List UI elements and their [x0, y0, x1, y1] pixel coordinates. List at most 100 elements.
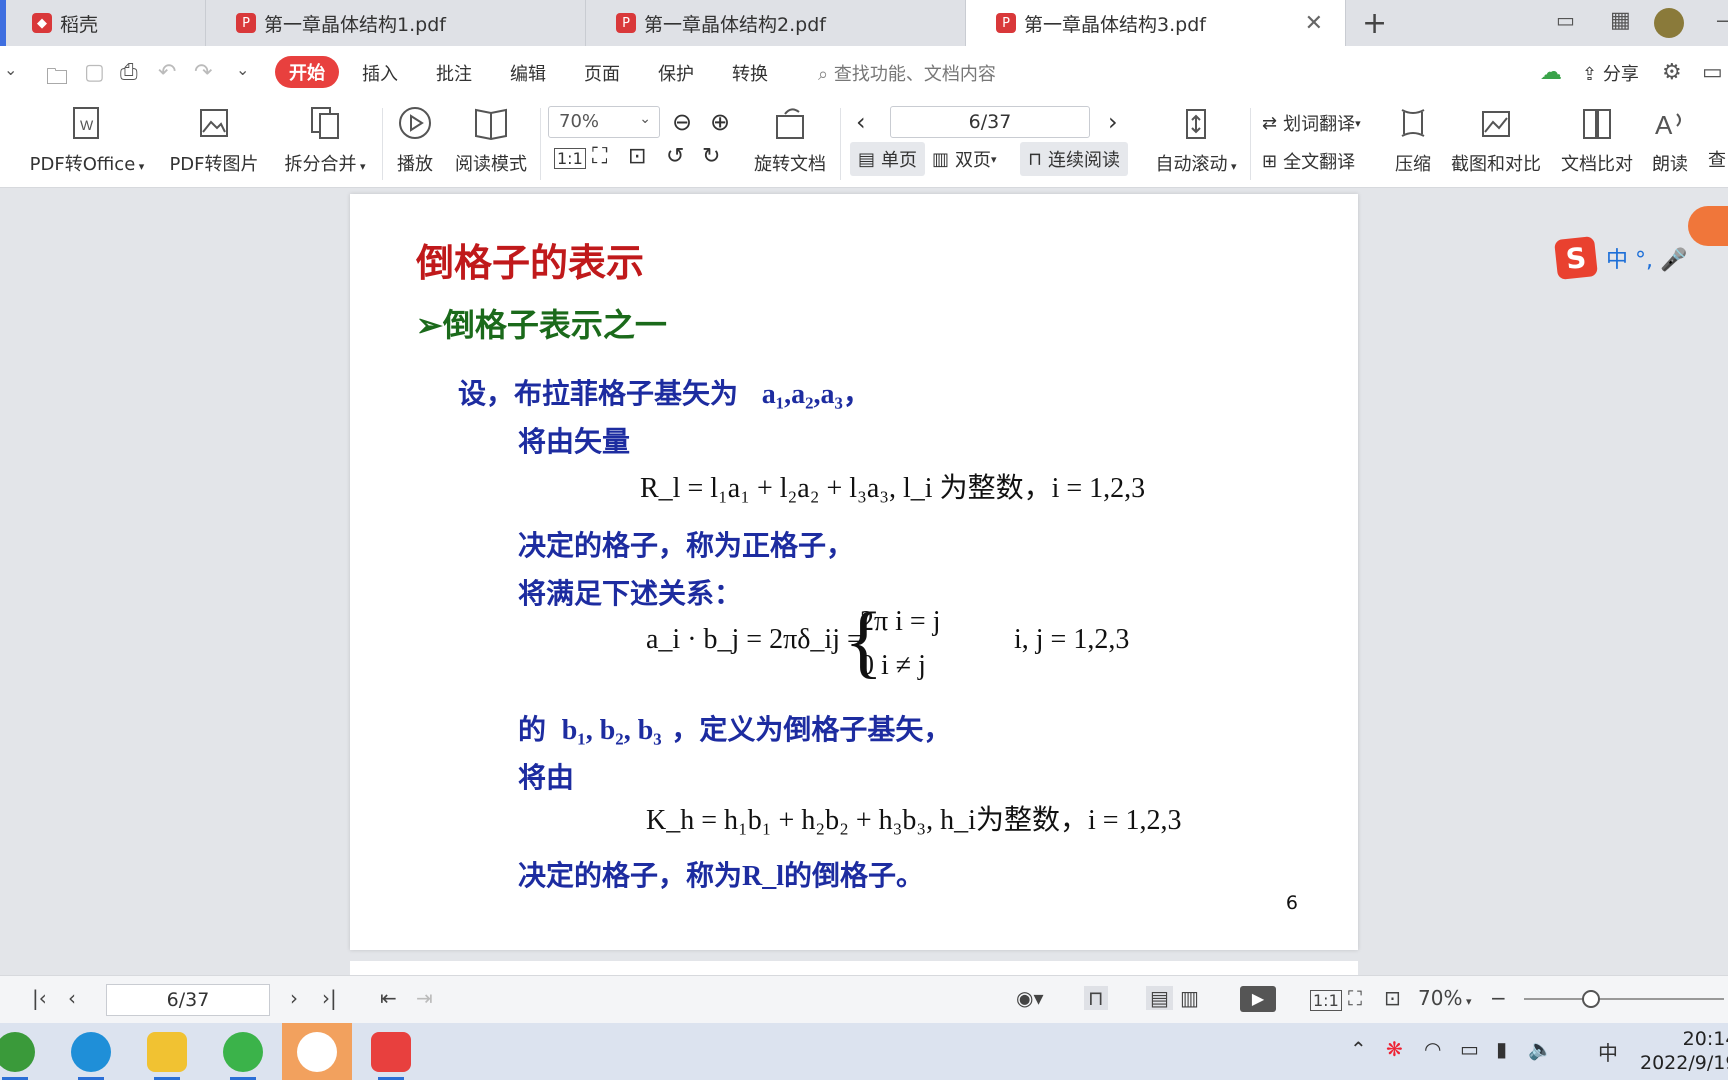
menu-insert[interactable]: 插入: [362, 60, 398, 86]
zoom-slider-track[interactable]: [1524, 998, 1724, 1000]
menu-page[interactable]: 页面: [584, 60, 620, 86]
fit-page-icon[interactable]: ⛶: [1348, 986, 1362, 1010]
edge-icon: [71, 1031, 111, 1072]
double-view-icon[interactable]: ▥: [1180, 986, 1199, 1010]
play-button[interactable]: 播放: [392, 104, 438, 176]
line5-prefix: 的: [518, 713, 547, 746]
share-button[interactable]: ⇪ 分享: [1582, 60, 1639, 86]
actual-size-icon[interactable]: 1:1: [1310, 990, 1342, 1011]
menu-start[interactable]: 开始: [275, 56, 339, 88]
text-line-7: 决定的格子，称为R_l的倒格子。: [518, 854, 924, 894]
zoom-slider-handle[interactable]: [1582, 990, 1600, 1008]
wifi-icon[interactable]: ◠: [1424, 1037, 1441, 1061]
compress-button[interactable]: 压缩: [1390, 104, 1436, 176]
tab-file-3[interactable]: P 第一章晶体结构3.pdf ✕: [966, 0, 1346, 46]
rotate-right-icon[interactable]: ↻: [702, 144, 720, 169]
redo-icon[interactable]: ↷: [194, 60, 212, 85]
tab-docer[interactable]: ◆ 稻壳: [6, 0, 206, 46]
prev-page-icon[interactable]: ‹: [68, 986, 76, 1010]
last-page-icon[interactable]: ›|: [322, 986, 337, 1010]
zoom-out-icon[interactable]: −: [1490, 986, 1507, 1010]
continuous-read-button[interactable]: ⊓ 连续阅读: [1020, 142, 1129, 176]
chevron-down-icon[interactable]: ⌄: [4, 60, 17, 79]
zoom-select[interactable]: 70% ⌄: [548, 106, 660, 138]
prev-page-icon[interactable]: ‹: [856, 108, 866, 136]
zoom-dropdown[interactable]: 70% ▾: [1418, 986, 1471, 1010]
battery-icon[interactable]: ▭: [1460, 1037, 1479, 1061]
add-tab-icon[interactable]: +: [1362, 6, 1387, 41]
back-icon[interactable]: ⇤: [380, 986, 397, 1010]
menu-annotate[interactable]: 批注: [436, 60, 472, 86]
cloud-sync-icon[interactable]: ☁: [1540, 60, 1562, 85]
task-file-explorer[interactable]: [132, 1023, 202, 1080]
split-merge-button[interactable]: 拆分合并 ▾: [282, 104, 368, 176]
formula-reciprocal-left: a_i · b_j = 2πδ_ij =: [646, 624, 863, 655]
auto-scroll-button[interactable]: 自动滚动 ▾: [1144, 104, 1248, 176]
pdf-to-image-button[interactable]: PDF转图片: [168, 104, 260, 176]
actual-size-icon[interactable]: 1:1: [554, 148, 586, 169]
divider: [540, 108, 541, 180]
next-page-icon[interactable]: ›: [1108, 108, 1118, 136]
double-page-button[interactable]: ▥ 双页 ▾: [932, 142, 997, 176]
open-folder-icon[interactable]: 🗀: [46, 60, 68, 98]
menu-protect[interactable]: 保护: [658, 60, 694, 86]
microphone-icon[interactable]: ▮: [1496, 1037, 1507, 1061]
subtitle-text: 倒格子表示之一: [442, 306, 667, 344]
task-wps[interactable]: [356, 1023, 426, 1080]
save-icon[interactable]: ▢: [84, 60, 105, 85]
menu-edit[interactable]: 编辑: [510, 60, 546, 86]
single-page-button[interactable]: ▤ 单页: [850, 142, 926, 176]
close-icon[interactable]: ✕: [1305, 11, 1323, 36]
continuous-view-icon[interactable]: ⊓: [1084, 986, 1108, 1010]
avatar[interactable]: [1654, 8, 1684, 38]
pdf-to-office-button[interactable]: W PDF转Office ▾: [26, 104, 148, 176]
print-icon[interactable]: ⎙: [120, 60, 138, 85]
single-view-icon[interactable]: ▤: [1146, 986, 1173, 1010]
ime-toolbar[interactable]: S 中 °, 🎤: [1554, 236, 1728, 280]
fit-width-icon[interactable]: ⊡: [1384, 986, 1401, 1010]
word-translate-button[interactable]: ⇄ 划词翻译 ▾: [1262, 110, 1361, 136]
read-mode-button[interactable]: 阅读模式: [452, 104, 530, 176]
read-aloud-button[interactable]: A 朗读: [1650, 104, 1690, 176]
ime-language[interactable]: 中: [1598, 1037, 1618, 1066]
eye-protect-icon[interactable]: ◉▾: [1016, 986, 1044, 1010]
full-translate-button[interactable]: ⊞ 全文翻译: [1262, 148, 1355, 174]
zoom-out-icon[interactable]: ⊖: [672, 108, 692, 136]
formula-direct-lattice: R_l = l₁a₁ + l₂a₂ + l₃a₃, l_i 为整数，i = 1,…: [640, 473, 1146, 504]
task-edge[interactable]: [56, 1023, 126, 1080]
app-tray-icon[interactable]: ❋: [1386, 1037, 1403, 1061]
find-button[interactable]: 查: [1706, 146, 1728, 172]
task-ie[interactable]: [0, 1023, 50, 1080]
grid-apps-icon[interactable]: ▦: [1610, 8, 1631, 38]
fit-page-icon[interactable]: ⛶: [592, 144, 607, 169]
play-slideshow-icon[interactable]: ▶: [1240, 986, 1276, 1012]
zoom-in-icon[interactable]: ⊕: [710, 108, 730, 136]
fit-width-icon[interactable]: ⊡: [628, 144, 646, 169]
tab-file-2[interactable]: P 第一章晶体结构2.pdf: [586, 0, 966, 46]
taskbar: ⌃ ❋ ◠ ▭ ▮ 🔈 中 20:14 2022/9/19: [0, 1023, 1728, 1080]
rotate-left-icon[interactable]: ↺: [666, 144, 684, 169]
first-page-icon[interactable]: |‹: [32, 986, 47, 1010]
customize-quick-access-icon[interactable]: ⌄: [236, 60, 249, 79]
screenshot-compare-button[interactable]: 截图和对比: [1450, 104, 1542, 176]
chevron-up-icon[interactable]: ⌃: [1350, 1037, 1367, 1061]
clock[interactable]: 20:14 2022/9/19: [1640, 1027, 1728, 1075]
rotate-document-button[interactable]: 旋转文档: [752, 104, 828, 176]
page-number-input[interactable]: 6/37: [890, 106, 1090, 138]
task-wechat[interactable]: [208, 1023, 278, 1080]
next-page-icon[interactable]: ›: [290, 986, 298, 1010]
tab-file-1[interactable]: P 第一章晶体结构1.pdf: [206, 0, 586, 46]
comment-icon[interactable]: ▭: [1702, 60, 1723, 85]
speaker-icon[interactable]: 🔈: [1528, 1037, 1553, 1061]
settings-gear-icon[interactable]: ⚙: [1662, 60, 1682, 85]
menu-convert[interactable]: 转换: [732, 60, 768, 86]
forward-icon[interactable]: ⇥: [416, 986, 433, 1010]
minimize-icon[interactable]: —: [1716, 8, 1728, 38]
task-meeting[interactable]: [282, 1023, 352, 1080]
document-viewport[interactable]: 倒格子的表示 ➢倒格子表示之一 设，布拉菲格子基矢为 a₁,a₂,a₃， 将由矢…: [0, 188, 1728, 975]
search-input[interactable]: ⌕ 查找功能、文档内容: [818, 60, 996, 86]
window-layout-icon[interactable]: ▭: [1556, 8, 1575, 38]
page-input[interactable]: 6/37: [106, 984, 270, 1016]
doc-compare-button[interactable]: 文档比对: [1560, 104, 1634, 176]
undo-icon[interactable]: ↶: [158, 60, 176, 85]
